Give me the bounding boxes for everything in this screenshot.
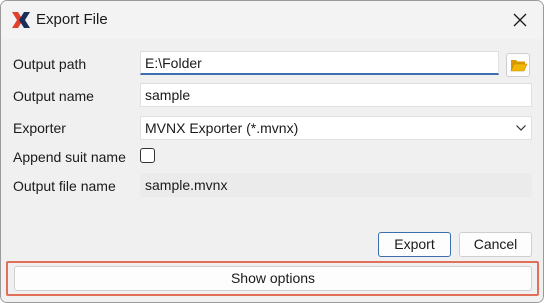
output-name-input[interactable]: sample bbox=[140, 83, 532, 107]
window-title: Export File bbox=[36, 11, 108, 28]
exporter-selected-value: MVNX Exporter (*.mvnx) bbox=[145, 120, 299, 136]
title-bar: Export File bbox=[1, 1, 543, 39]
output-file-name-field: sample.mvnx bbox=[140, 173, 532, 197]
output-name-label: Output name bbox=[13, 88, 94, 104]
output-file-name-label: Output file name bbox=[13, 178, 116, 194]
exporter-select[interactable]: MVNX Exporter (*.mvnx) bbox=[140, 116, 532, 140]
browse-folder-button[interactable] bbox=[506, 53, 530, 77]
chevron-down-icon bbox=[516, 125, 526, 131]
export-button[interactable]: Export bbox=[378, 232, 451, 257]
dialog-body: Output path E:\Folder Output name sample… bbox=[1, 39, 543, 302]
cancel-button[interactable]: Cancel bbox=[459, 232, 532, 257]
exporter-label: Exporter bbox=[13, 120, 66, 136]
output-path-label: Output path bbox=[13, 56, 87, 72]
show-options-button[interactable]: Show options bbox=[14, 266, 532, 291]
app-logo-icon bbox=[11, 11, 31, 29]
append-suit-name-label: Append suit name bbox=[13, 149, 126, 165]
append-suit-name-checkbox[interactable] bbox=[140, 148, 155, 163]
export-file-dialog: Export File Output path E:\Folder Output… bbox=[0, 0, 544, 303]
folder-open-icon bbox=[510, 60, 528, 72]
close-button[interactable] bbox=[497, 1, 543, 39]
output-path-input[interactable]: E:\Folder bbox=[140, 51, 499, 75]
close-icon bbox=[513, 13, 527, 27]
